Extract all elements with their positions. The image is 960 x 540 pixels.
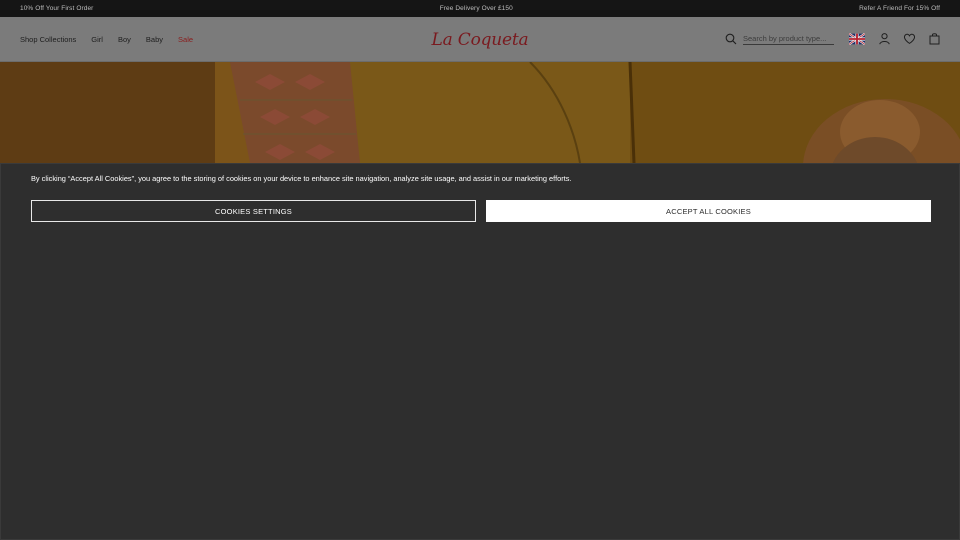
search-bar	[725, 32, 834, 45]
wishlist-heart-icon[interactable]	[903, 32, 916, 45]
promo-bar: 10% Off Your First Order Free Delivery O…	[0, 0, 960, 17]
hero-image	[0, 62, 960, 163]
brand-logo[interactable]: La Coqueta	[420, 17, 540, 62]
promo-first-order[interactable]: 10% Off Your First Order	[20, 5, 93, 12]
nav-shop-collections[interactable]: Shop Collections	[20, 35, 76, 44]
site-header: Shop Collections Girl Boy Baby Sale La C…	[0, 17, 960, 62]
uk-flag-icon[interactable]	[849, 33, 865, 45]
nav-boy[interactable]: Boy	[118, 35, 131, 44]
cookie-message: By clicking “Accept All Cookies”, you ag…	[31, 174, 572, 183]
promo-free-delivery[interactable]: Free Delivery Over £150	[440, 5, 513, 12]
hero-photo	[0, 62, 960, 163]
nav-baby[interactable]: Baby	[146, 35, 163, 44]
cookie-consent-banner: By clicking “Accept All Cookies”, you ag…	[0, 163, 960, 540]
search-input[interactable]	[743, 32, 834, 45]
accept-all-cookies-button[interactable]: ACCEPT ALL COOKIES	[486, 200, 931, 222]
nav-girl[interactable]: Girl	[91, 35, 103, 44]
shopping-bag-icon[interactable]	[928, 32, 941, 45]
account-icon[interactable]	[878, 32, 891, 45]
nav-sale[interactable]: Sale	[178, 35, 193, 44]
search-icon[interactable]	[725, 33, 737, 45]
cookies-settings-button[interactable]: COOKIES SETTINGS	[31, 200, 476, 222]
main-nav: Shop Collections Girl Boy Baby Sale	[20, 17, 193, 62]
promo-refer-friend[interactable]: Refer A Friend For 15% Off	[859, 5, 940, 12]
